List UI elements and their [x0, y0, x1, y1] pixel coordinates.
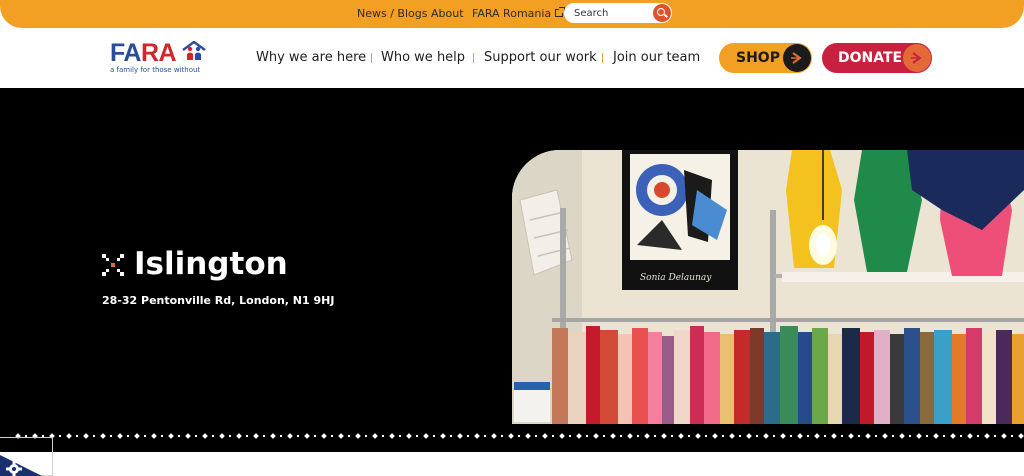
pattern-motif: [372, 433, 384, 439]
logo-wordmark: FARA: [110, 39, 177, 68]
pattern-motif: [797, 433, 809, 439]
pattern-motif: [916, 433, 928, 439]
pattern-motif: [848, 433, 860, 439]
pattern-motif: [1018, 433, 1024, 439]
pattern-motif: [236, 433, 248, 439]
logo-wordmark-ra: RA: [140, 39, 177, 67]
logo-wordmark-fa: FA: [110, 39, 141, 67]
pattern-motif: [440, 433, 452, 439]
fara-romania-label: FARA Romania: [472, 7, 552, 20]
nav-join-our-team[interactable]: Join our team: [613, 50, 700, 65]
pattern-motif: [66, 433, 78, 439]
pattern-motif: [219, 433, 231, 439]
pattern-motif: [712, 433, 724, 439]
nav-divider: [473, 53, 474, 63]
pattern-motif: [593, 433, 605, 439]
pattern-motif: [355, 433, 367, 439]
pattern-motif: [627, 433, 639, 439]
pattern-motif: [814, 433, 826, 439]
pattern-motif: [746, 433, 758, 439]
pattern-motif: [542, 433, 554, 439]
fara-logo[interactable]: FARA a family for those without: [110, 39, 210, 77]
pattern-motif: [984, 433, 996, 439]
pattern-motif: [525, 433, 537, 439]
pattern-motif: [83, 433, 95, 439]
shop-button[interactable]: SHOP: [719, 43, 812, 73]
pattern-motif: [168, 433, 180, 439]
cookie-settings-button[interactable]: [0, 437, 53, 476]
pattern-motif: [321, 433, 333, 439]
pattern-motif: [457, 433, 469, 439]
pattern-motif: [134, 433, 146, 439]
pattern-motif: [950, 433, 962, 439]
pattern-motif: [780, 433, 792, 439]
pattern-motif: [882, 433, 894, 439]
pattern-motif: [151, 433, 163, 439]
search-icon[interactable]: [653, 4, 671, 22]
nav-why-we-are-here[interactable]: Why we are here: [256, 50, 366, 65]
pattern-motif: [423, 433, 435, 439]
pattern-motif: [678, 433, 690, 439]
pattern-motif: [899, 433, 911, 439]
nav-divider: [371, 53, 372, 63]
pattern-motif: [695, 433, 707, 439]
pattern-motif: [491, 433, 503, 439]
shop-address: 28-32 Pentonville Rd, London, N1 9HJ: [102, 294, 335, 307]
pattern-motif: [865, 433, 877, 439]
pattern-motif: [270, 433, 282, 439]
shop-photo: Sonia Delaunay: [512, 150, 1024, 424]
pattern-motif: [117, 433, 129, 439]
pattern-motif: [576, 433, 588, 439]
news-blogs-link[interactable]: News / Blogs: [357, 7, 427, 20]
logo-tagline: a family for those without: [110, 66, 201, 74]
pattern-motif: [1001, 433, 1013, 439]
pattern-motif: [831, 433, 843, 439]
search-box: [564, 3, 672, 23]
search-input[interactable]: [574, 6, 648, 20]
pattern-motif: [644, 433, 656, 439]
decorative-pattern-strip: [15, 433, 1024, 439]
nav-who-we-help[interactable]: Who we help: [381, 50, 465, 65]
pattern-motif: [763, 433, 775, 439]
page-title-text: Islington: [134, 246, 288, 282]
nav-divider: [602, 53, 603, 63]
location-mark-icon: [102, 254, 124, 276]
arrow-right-icon: [783, 44, 811, 72]
pattern-motif: [406, 433, 418, 439]
pattern-motif: [389, 433, 401, 439]
pattern-motif: [185, 433, 197, 439]
pattern-motif: [933, 433, 945, 439]
pattern-motif: [202, 433, 214, 439]
house-family-icon: [182, 41, 206, 60]
arrow-right-icon: [903, 44, 931, 72]
nav-support-our-work[interactable]: Support our work: [484, 50, 597, 65]
pattern-motif: [661, 433, 673, 439]
pattern-motif: [967, 433, 979, 439]
fara-romania-link[interactable]: FARA Romania: [472, 7, 566, 20]
external-link-icon: [555, 7, 566, 17]
pattern-motif: [610, 433, 622, 439]
pattern-motif: [287, 433, 299, 439]
page-title: Islington: [102, 246, 288, 282]
pattern-motif: [253, 433, 265, 439]
donate-button[interactable]: DONATE: [822, 43, 932, 73]
pattern-motif: [729, 433, 741, 439]
pattern-motif: [338, 433, 350, 439]
pattern-motif: [100, 433, 112, 439]
pattern-motif: [474, 433, 486, 439]
pattern-motif: [304, 433, 316, 439]
about-link[interactable]: About: [431, 7, 464, 20]
painting-signature: Sonia Delaunay: [640, 273, 712, 283]
shop-button-label: SHOP: [736, 50, 780, 66]
main-header: FARA a family for those without Why we a…: [0, 28, 1024, 88]
donate-button-label: DONATE: [838, 50, 903, 66]
utility-bar: News / Blogs About FARA Romania: [0, 0, 1024, 28]
pattern-motif: [559, 433, 571, 439]
hero-section: Islington 28-32 Pentonville Rd, London, …: [0, 88, 1024, 452]
pattern-motif: [508, 433, 520, 439]
